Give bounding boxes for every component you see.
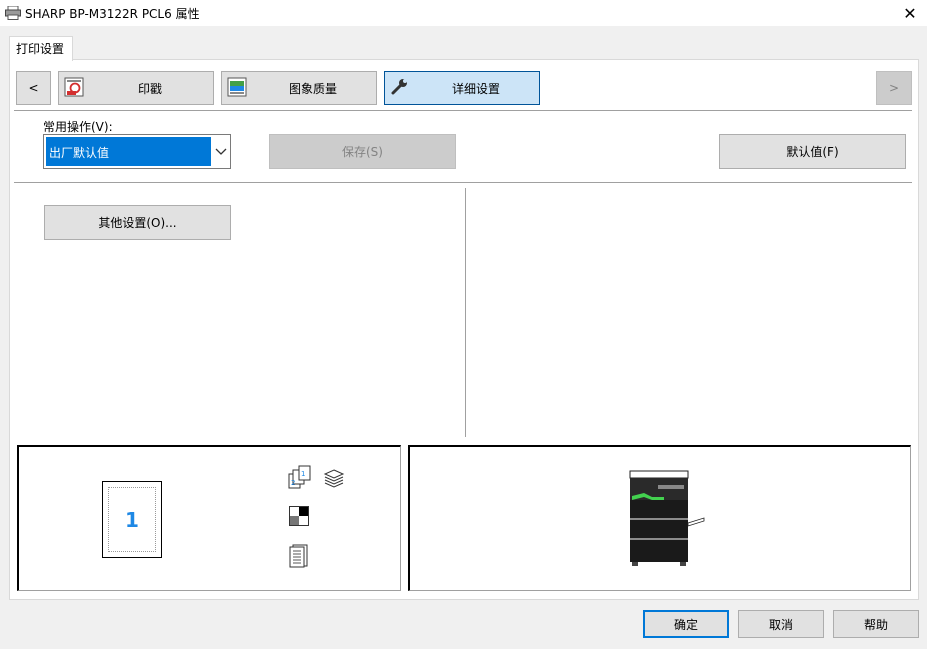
page-number: 1 <box>125 508 139 532</box>
toolbar-image-quality-button[interactable]: 图象质量 <box>221 71 377 105</box>
toolbar-image-quality-label: 图象质量 <box>288 81 337 96</box>
printer-preview-panel <box>408 445 911 591</box>
toolbar-divider <box>14 110 912 111</box>
ok-button-label: 确定 <box>673 617 698 632</box>
ok-button[interactable]: 确定 <box>643 610 729 638</box>
page-preview: 1 <box>102 481 162 558</box>
common-ops-selected-value: 出厂默认值 <box>46 137 211 166</box>
other-settings-label: 其他设置(O)... <box>98 216 177 230</box>
chevron-left-icon: < <box>28 81 39 95</box>
window-title: SHARP BP-M3122R PCL6 属性 <box>25 7 200 21</box>
toolbar-detailed-settings-label: 详细设置 <box>451 81 500 96</box>
chevron-down-icon <box>215 148 227 155</box>
wrench-icon <box>391 79 407 95</box>
printer-icon <box>5 6 21 20</box>
image-quality-icon <box>227 77 247 97</box>
help-button-label: 帮助 <box>863 617 888 632</box>
settings-divider <box>14 182 912 183</box>
toolbar-stamp-button[interactable]: 印戳 <box>58 71 214 105</box>
chevron-right-icon: > <box>888 81 900 95</box>
next-page-button[interactable]: > <box>876 71 912 105</box>
svg-text:2: 2 <box>291 479 295 487</box>
common-ops-dropdown[interactable]: 出厂默认值 <box>43 134 231 169</box>
toolbar-detailed-settings-button[interactable]: 详细设置 <box>384 71 540 105</box>
default-button-label: 默认值(F) <box>786 145 839 159</box>
color-mode-icon <box>289 506 309 526</box>
cancel-button-label: 取消 <box>768 617 793 632</box>
tab-print-settings[interactable]: 打印设置 <box>9 36 73 61</box>
stamp-icon <box>64 77 84 97</box>
close-button[interactable]: ✕ <box>893 0 927 26</box>
default-button[interactable]: 默认值(F) <box>719 134 906 169</box>
title-bar: SHARP BP-M3122R PCL6 属性 ✕ <box>0 0 927 26</box>
help-button[interactable]: 帮助 <box>833 610 919 638</box>
settings-column-divider <box>465 188 466 437</box>
svg-text:1: 1 <box>301 470 305 478</box>
cancel-button[interactable]: 取消 <box>738 610 824 638</box>
save-button-label: 保存(S) <box>342 145 383 159</box>
collate-icon: 1 2 <box>288 465 311 489</box>
toolbar-stamp-label: 印戳 <box>137 81 162 96</box>
save-button[interactable]: 保存(S) <box>269 134 456 169</box>
page-preview-panel: 1 1 2 <box>17 445 401 591</box>
binding-icon <box>289 544 308 568</box>
prev-page-button[interactable]: < <box>16 71 51 105</box>
printer-machine-icon <box>629 470 705 566</box>
stack-icon <box>323 469 345 488</box>
other-settings-button[interactable]: 其他设置(O)... <box>44 205 231 240</box>
close-icon: ✕ <box>903 3 917 23</box>
tab-strip: 打印设置 <box>0 26 927 61</box>
tab-panel: < 印戳 图象质量 详细设置 > 常用操作(V): 出厂默认值 保存(S) 默认… <box>9 59 919 600</box>
common-ops-label: 常用操作(V): <box>43 120 113 134</box>
